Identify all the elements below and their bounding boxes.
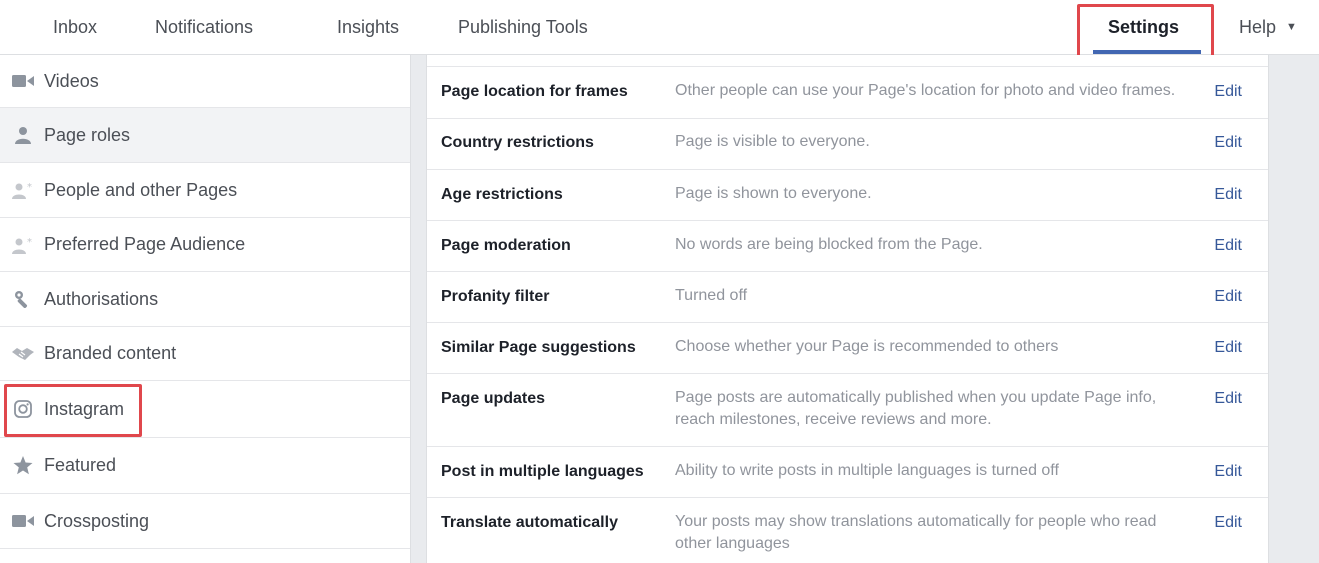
edit-link[interactable]: Edit <box>1214 339 1242 357</box>
setting-description: Page posts are automatically published w… <box>675 389 1157 428</box>
settings-row-page-moderation: Page moderation No words are being block… <box>427 220 1268 271</box>
settings-row-similar-page-suggestions: Similar Page suggestions Choose whether … <box>427 322 1268 373</box>
settings-row-post-in-multiple-languages: Post in multiple languages Ability to wr… <box>427 446 1268 497</box>
person-icon <box>11 123 35 147</box>
edit-link[interactable]: Edit <box>1214 463 1242 481</box>
settings-row-age-restrictions: Age restrictions Page is shown to everyo… <box>427 169 1268 220</box>
settings-row-page-location-for-frames: Page location for frames Other people ca… <box>427 66 1268 118</box>
setting-title: Profanity filter <box>441 288 550 305</box>
star-icon <box>11 454 35 478</box>
setting-description: Page is shown to everyone. <box>675 185 872 202</box>
setting-title: Post in multiple languages <box>441 463 644 480</box>
nav-tab-insights[interactable]: Insights <box>337 0 399 54</box>
person-star-icon: * <box>11 233 35 257</box>
person-star-icon: * <box>11 178 35 202</box>
nav-tab-inbox[interactable]: Inbox <box>53 0 97 54</box>
setting-description: No words are being blocked from the Page… <box>675 236 983 253</box>
nav-tab-help[interactable]: Help ▼ <box>1239 0 1297 54</box>
svg-text:*: * <box>27 237 32 248</box>
sidebar-item-label: Videos <box>44 70 99 91</box>
nav-tab-notifications[interactable]: Notifications <box>155 0 253 54</box>
sidebar-item-videos[interactable]: Videos <box>0 55 410 108</box>
edit-link[interactable]: Edit <box>1214 390 1242 408</box>
sidebar-item-featured[interactable]: Featured <box>0 438 410 494</box>
sidebar-item-page-roles[interactable]: Page roles <box>0 108 410 163</box>
settings-row-translate-automatically: Translate automatically Your posts may s… <box>427 497 1268 563</box>
nav-tab-settings[interactable]: Settings <box>1108 0 1179 54</box>
setting-description: Page is visible to everyone. <box>675 133 870 150</box>
setting-title: Page moderation <box>441 237 571 254</box>
svg-text:*: * <box>27 182 32 193</box>
sidebar-item-label: Instagram <box>44 398 125 419</box>
setting-description: Other people can use your Page's locatio… <box>675 82 1176 99</box>
edit-link[interactable]: Edit <box>1214 186 1242 204</box>
sidebar-item-authorisations[interactable]: Authorisations <box>0 272 410 327</box>
edit-link[interactable]: Edit <box>1214 237 1242 255</box>
setting-title: Translate automatically <box>441 514 618 531</box>
sidebar-item-label: Authorisations <box>44 288 159 309</box>
settings-sidebar: Videos Page roles * People and other Pag… <box>0 55 411 563</box>
sidebar-item-people-and-other-pages[interactable]: * People and other Pages <box>0 163 410 218</box>
sidebar-item-label: Crossposting <box>44 510 150 531</box>
handshake-icon <box>11 342 35 366</box>
settings-row-country-restrictions: Country restrictions Page is visible to … <box>427 118 1268 169</box>
settings-row-profanity-filter: Profanity filter Turned off Edit <box>427 271 1268 322</box>
edit-link[interactable]: Edit <box>1214 288 1242 306</box>
video-camera-icon <box>11 509 35 533</box>
sidebar-item-label: Featured <box>44 455 117 475</box>
setting-description: Your posts may show translations automat… <box>675 513 1157 552</box>
sidebar-item-label: People and other Pages <box>44 179 238 200</box>
setting-title: Page location for frames <box>441 83 628 100</box>
setting-title: Age restrictions <box>441 186 563 203</box>
sidebar-item-instagram[interactable]: Instagram <box>0 381 410 438</box>
active-tab-indicator <box>1093 50 1201 54</box>
wrench-icon <box>11 287 35 311</box>
sidebar-item-branded-content[interactable]: Branded content <box>0 327 410 381</box>
setting-description: Turned off <box>675 287 748 304</box>
setting-description: Ability to write posts in multiple langu… <box>675 462 1059 479</box>
edit-link[interactable]: Edit <box>1214 134 1242 152</box>
setting-title: Country restrictions <box>441 134 594 151</box>
setting-description: Choose whether your Page is recommended … <box>675 338 1059 355</box>
nav-tab-publishing-tools[interactable]: Publishing Tools <box>458 0 588 54</box>
sidebar-item-label: Page roles <box>44 124 131 145</box>
general-settings-panel: Page location for frames Other people ca… <box>426 55 1269 563</box>
sidebar-item-label: Branded content <box>44 343 177 363</box>
setting-title: Page updates <box>441 390 546 407</box>
sidebar-item-crossposting[interactable]: Crossposting <box>0 494 410 549</box>
instagram-icon <box>11 397 35 421</box>
sidebar-item-preferred-page-audience[interactable]: * Preferred Page Audience <box>0 218 410 272</box>
dropdown-caret-icon: ▼ <box>1286 21 1297 33</box>
top-navigation-bar: Inbox Notifications Insights Publishing … <box>0 0 1319 55</box>
edit-link[interactable]: Edit <box>1214 83 1242 101</box>
setting-title: Similar Page suggestions <box>441 339 636 356</box>
sidebar-item-label: Preferred Page Audience <box>44 234 246 254</box>
settings-row-page-updates: Page updates Page posts are automaticall… <box>427 373 1268 446</box>
nav-help-label: Help <box>1239 17 1277 37</box>
edit-link[interactable]: Edit <box>1214 514 1242 532</box>
video-camera-icon <box>11 69 35 93</box>
